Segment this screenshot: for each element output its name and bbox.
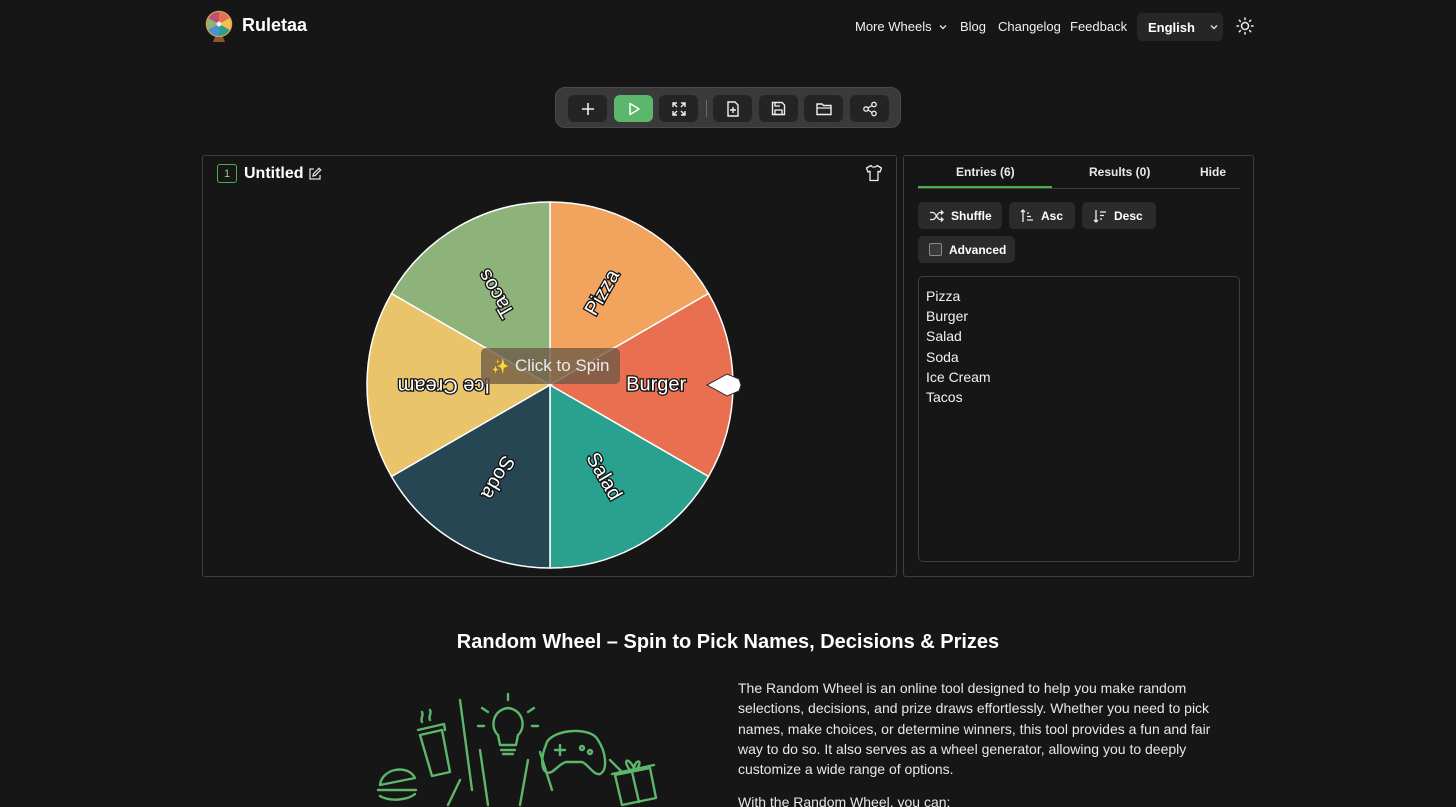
sort-asc-icon <box>1020 208 1033 222</box>
language-label: English <box>1148 19 1195 35</box>
spin-label: Click to Spin <box>514 356 610 375</box>
sort-asc-button[interactable]: Asc <box>1009 202 1075 229</box>
nav-changelog[interactable]: Changelog <box>998 19 1061 34</box>
wheel-segment-label: Burger <box>626 373 686 395</box>
play-icon <box>628 102 640 115</box>
chevron-down-icon <box>1210 25 1218 30</box>
save-icon <box>771 101 786 116</box>
edit-icon[interactable] <box>308 167 322 181</box>
language-select[interactable]: English <box>1137 13 1223 41</box>
shuffle-button[interactable]: Shuffle <box>918 202 1002 229</box>
entries-tabs: Entries (6) Results (0) Hide <box>918 156 1240 189</box>
active-tab-indicator <box>918 186 1052 188</box>
advanced-toggle[interactable]: Advanced <box>918 236 1015 263</box>
advanced-label: Advanced <box>949 242 1007 257</box>
brand-name[interactable]: Ruletaa <box>242 15 307 36</box>
decisions-illustration <box>376 692 658 807</box>
wheel-title[interactable]: Untitled <box>244 165 304 183</box>
shuffle-label: Shuffle <box>951 208 992 223</box>
logo-wheel-icon[interactable] <box>205 10 233 43</box>
spin-play-button[interactable] <box>614 95 653 122</box>
nav-more-wheels[interactable]: More Wheels <box>855 19 948 34</box>
entry-line: Soda <box>926 348 959 365</box>
tab-results[interactable]: Results (0) <box>1089 165 1150 179</box>
sparkle-icon: ✨ <box>491 357 509 374</box>
share-button[interactable] <box>850 95 889 122</box>
tab-entries[interactable]: Entries (6) <box>956 165 1015 179</box>
click-to-spin-button[interactable]: ✨ Click to Spin <box>481 348 620 384</box>
toolbar-divider <box>706 100 707 117</box>
sort-desc-icon <box>1093 209 1106 223</box>
intro-paragraph: The Random Wheel is an online tool desig… <box>738 680 1211 778</box>
section-heading: Random Wheel – Spin to Pick Names, Decis… <box>456 631 1000 653</box>
hide-panel-button[interactable]: Hide <box>1200 165 1226 179</box>
nav-feedback[interactable]: Feedback <box>1070 19 1127 34</box>
nav-more-wheels-label: More Wheels <box>855 19 932 34</box>
open-folder-icon <box>815 102 832 115</box>
entry-line: Salad <box>926 328 962 345</box>
top-header: Ruletaa More Wheels Blog Changelog Feedb… <box>0 0 1456 54</box>
entry-line: Ice Cream <box>926 368 991 385</box>
wheel-number-badge: 1 <box>217 164 237 183</box>
wheel-segment-label: Ice Cream <box>398 375 490 397</box>
sort-desc-button[interactable]: Desc <box>1082 202 1156 229</box>
wheel-toolbar <box>555 87 901 128</box>
spin-wheel[interactable]: PizzaBurgerSaladSodaIce CreamTacos <box>363 196 743 576</box>
sort-desc-label: Desc <box>1114 208 1143 223</box>
add-wheel-button[interactable] <box>568 95 607 122</box>
save-button[interactable] <box>759 95 798 122</box>
shirt-icon[interactable] <box>865 164 883 182</box>
entry-line: Tacos <box>926 389 963 406</box>
add-icon <box>581 102 594 115</box>
advanced-checkbox[interactable] <box>929 243 942 256</box>
new-file-icon <box>726 100 739 117</box>
entry-line: Burger <box>926 308 969 325</box>
share-icon <box>862 101 877 116</box>
fullscreen-icon <box>671 101 686 116</box>
entries-textarea[interactable]: Pizza Burger Salad Soda Ice Cream Tacos <box>918 276 1240 562</box>
shuffle-icon <box>930 209 944 222</box>
sun-icon[interactable] <box>1236 17 1254 35</box>
intro-list-heading: With the Random Wheel, you can: <box>738 794 951 807</box>
nav-blog[interactable]: Blog <box>960 19 986 34</box>
chevron-down-icon <box>939 24 947 29</box>
sort-asc-label: Asc <box>1041 208 1064 223</box>
new-file-button[interactable] <box>713 95 752 122</box>
entries-panel: Entries (6) Results (0) Hide Shuffle Asc… <box>903 155 1254 577</box>
fullscreen-button[interactable] <box>659 95 698 122</box>
open-folder-button[interactable] <box>804 95 843 122</box>
entry-line: Pizza <box>926 288 961 304</box>
wheel-panel: 1 Untitled Pizza Burger Salad Soda Ice Cream… <box>202 155 897 577</box>
